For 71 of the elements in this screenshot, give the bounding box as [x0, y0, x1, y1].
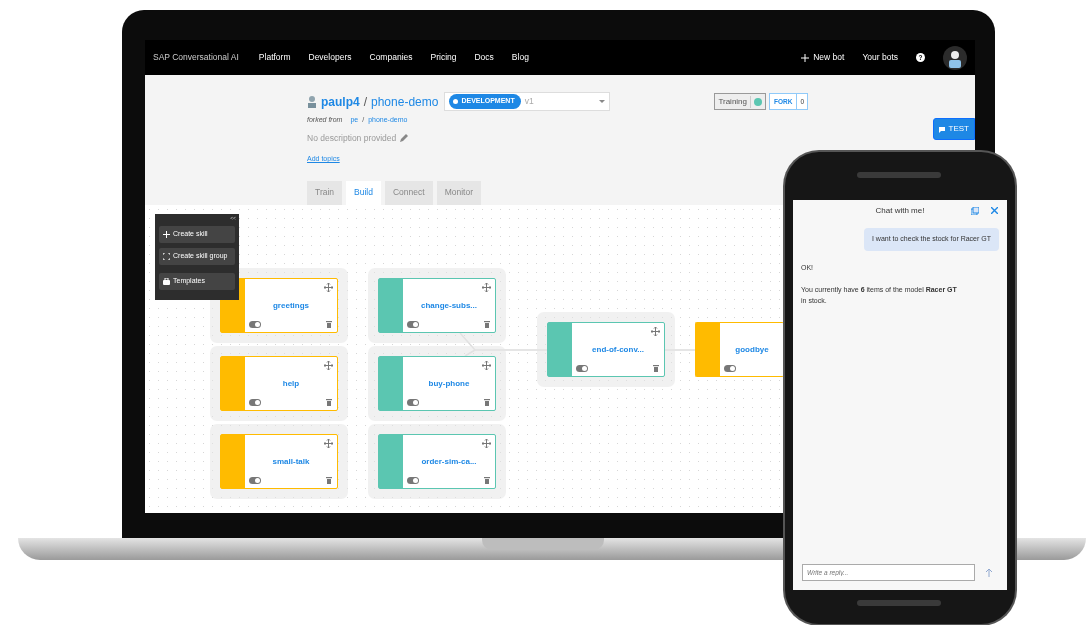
path-separator: /	[363, 93, 367, 111]
trash-icon[interactable]	[653, 365, 659, 372]
new-bot-link[interactable]: New bot	[813, 51, 845, 64]
skill-name: goodbye	[735, 343, 769, 356]
skill-node[interactable]: end-of-conv...	[547, 322, 665, 377]
trash-icon[interactable]	[484, 477, 490, 484]
skill-node[interactable]: goodbye	[695, 322, 784, 377]
bot-name-link[interactable]: phone-demo	[371, 92, 439, 111]
trash-icon[interactable]	[484, 321, 490, 328]
skill-name: change-subs...	[421, 299, 477, 312]
nav-link[interactable]: Docs	[474, 51, 494, 64]
toggle-switch[interactable]	[407, 399, 419, 406]
move-icon[interactable]	[482, 361, 491, 370]
expand-icon	[163, 253, 170, 260]
skill-node[interactable]: small-talk	[220, 434, 338, 489]
training-status: Training	[714, 93, 766, 110]
trash-icon[interactable]	[484, 399, 490, 406]
trash-icon[interactable]	[326, 321, 332, 328]
move-icon[interactable]	[324, 283, 333, 292]
move-icon[interactable]	[482, 439, 491, 448]
toggle-switch[interactable]	[576, 365, 588, 372]
copy-icon[interactable]	[971, 207, 979, 215]
tab[interactable]: Connect	[384, 181, 433, 205]
move-icon[interactable]	[324, 439, 333, 448]
chat-icon	[938, 125, 945, 133]
trash-icon[interactable]	[326, 477, 332, 484]
move-icon[interactable]	[324, 361, 333, 370]
briefcase-icon	[163, 278, 170, 285]
skill-name: buy-phone	[428, 377, 470, 390]
owner-link[interactable]: paulp4	[321, 92, 360, 111]
toggle-switch[interactable]	[724, 365, 736, 372]
toggle-switch[interactable]	[249, 477, 261, 484]
version-text: v1	[524, 95, 534, 108]
nav-link[interactable]: Blog	[511, 51, 529, 64]
bot-description: No description provided	[307, 131, 397, 145]
skill-name: help	[282, 377, 300, 390]
close-icon[interactable]	[991, 207, 998, 214]
plus-icon	[163, 231, 170, 238]
bot-icon	[307, 95, 317, 108]
toggle-switch[interactable]	[407, 321, 419, 328]
skill-name: order-sim-ca...	[421, 455, 477, 468]
skill-name: end-of-conv...	[592, 343, 644, 356]
skill-name: greetings	[273, 299, 309, 312]
your-bots-link[interactable]: Your bots	[862, 51, 898, 64]
skill-node[interactable]: greetings	[220, 278, 338, 333]
skill-node[interactable]: change-subs...	[378, 278, 496, 333]
toggle-switch[interactable]	[249, 321, 261, 328]
tab[interactable]: Build	[346, 181, 381, 205]
skill-node[interactable]: help	[220, 356, 338, 411]
chat-title: Chat with me!	[875, 205, 925, 217]
nav-link[interactable]: Companies	[369, 51, 413, 64]
toggle-switch[interactable]	[249, 399, 261, 406]
brand-name[interactable]: SAP Conversational AI	[153, 51, 239, 64]
user-avatar[interactable]	[943, 45, 967, 70]
move-icon[interactable]	[651, 327, 660, 336]
trash-icon[interactable]	[326, 399, 332, 406]
toggle-switch[interactable]	[407, 477, 419, 484]
plus-icon	[801, 53, 810, 62]
skill-name: small-talk	[272, 455, 310, 468]
test-button[interactable]: TEST	[932, 118, 975, 140]
skill-node[interactable]: buy-phone	[378, 356, 496, 411]
nav-link[interactable]: Developers	[308, 51, 352, 64]
move-icon[interactable]	[482, 283, 491, 292]
tab[interactable]: Train	[307, 181, 343, 205]
tab[interactable]: Monitor	[436, 181, 481, 205]
pencil-icon[interactable]	[400, 133, 409, 142]
nav-link[interactable]: Platform	[258, 51, 291, 64]
skill-node[interactable]: order-sim-ca...	[378, 434, 496, 489]
caret-icon	[599, 100, 606, 103]
send-icon[interactable]	[985, 567, 993, 578]
nav-link[interactable]: Pricing	[430, 51, 457, 64]
